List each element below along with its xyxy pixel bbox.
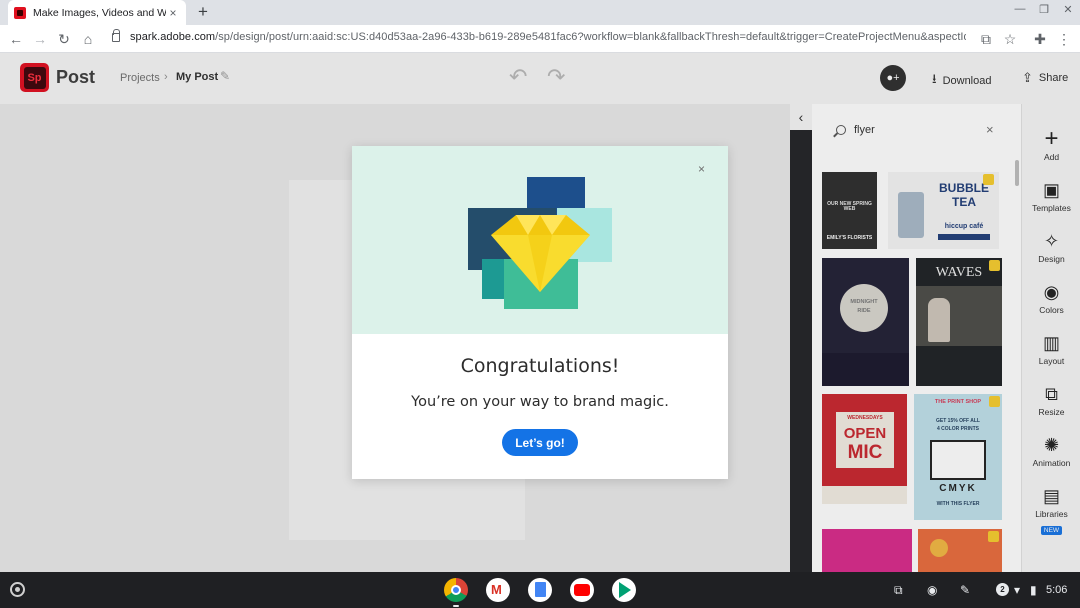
gmail-app-icon[interactable]: M — [486, 578, 510, 602]
battery-icon[interactable]: ▮ — [1030, 583, 1037, 597]
browser-toolbar: ← → ↻ ⌂ spark.adobe.com/sp/design/post/u… — [0, 25, 1080, 53]
notification-count-badge[interactable]: 2 — [996, 583, 1009, 596]
pen-icon[interactable]: ✎ — [960, 583, 970, 597]
play-store-app-icon[interactable] — [612, 578, 636, 602]
browser-tab[interactable]: Make Images, Videos and Web St × — [8, 0, 186, 25]
restore-icon[interactable]: ❐ — [1036, 3, 1052, 16]
dialog-title: Congratulations! — [460, 355, 620, 377]
bookmark-star-icon[interactable]: ☆ — [1001, 30, 1019, 48]
play-glyph — [619, 582, 631, 598]
launcher-icon[interactable] — [10, 582, 25, 597]
chrome-center — [451, 585, 461, 595]
tab-title: Make Images, Videos and Web St — [33, 6, 166, 19]
docs-app-icon[interactable] — [528, 578, 552, 602]
tab-close-icon[interactable]: × — [166, 6, 180, 20]
lock-icon — [112, 29, 120, 42]
forward-icon[interactable]: → — [31, 30, 49, 48]
minimize-icon[interactable]: — — [1012, 3, 1028, 15]
chrome-app-icon[interactable] — [444, 578, 468, 602]
brand-gem-illustration — [468, 177, 612, 309]
congratulations-dialog: × Congratulations! You’re on your way to… — [352, 146, 728, 479]
modal-illustration-area — [352, 146, 728, 334]
back-icon[interactable]: ← — [7, 30, 25, 48]
new-tab-button[interactable]: + — [194, 2, 212, 22]
gmail-glyph: M — [491, 582, 502, 597]
active-app-indicator — [453, 605, 459, 607]
menu-kebab-icon[interactable]: ⋮ — [1055, 30, 1073, 48]
system-clock[interactable]: 5:06 — [1046, 584, 1067, 596]
home-icon[interactable]: ⌂ — [79, 30, 97, 48]
docs-glyph — [535, 582, 546, 597]
dialog-subtitle: You’re on your way to brand magic. — [411, 394, 669, 410]
close-dialog-icon[interactable]: × — [698, 162, 705, 176]
overview-icon[interactable]: ⧉ — [894, 583, 903, 598]
url-path: /sp/design/post/urn:aaid:sc:US:d40d53aa-… — [215, 31, 966, 43]
youtube-app-icon[interactable] — [570, 578, 594, 602]
spark-favicon-icon — [14, 6, 26, 19]
cast-icon[interactable]: ⧉ — [977, 30, 995, 48]
tab-strip: Make Images, Videos and Web St × + — ❐ ✕ — [0, 0, 1080, 25]
url-host: spark.adobe.com — [130, 31, 216, 43]
reload-icon[interactable]: ↻ — [55, 30, 73, 48]
stylus-tools-icon[interactable]: ◉ — [927, 583, 937, 597]
os-shelf: M ⧉ ◉ ✎ 2 ▾ ▮ 5:06 — [0, 572, 1080, 608]
address-bar[interactable]: spark.adobe.com/sp/design/post/urn:aaid:… — [130, 31, 966, 43]
youtube-glyph — [574, 584, 590, 596]
wifi-icon[interactable]: ▾ — [1014, 583, 1020, 597]
lets-go-button[interactable]: Let’s go! — [502, 429, 578, 456]
close-window-icon[interactable]: ✕ — [1060, 3, 1076, 16]
extensions-icon[interactable]: ✚ — [1031, 30, 1049, 48]
